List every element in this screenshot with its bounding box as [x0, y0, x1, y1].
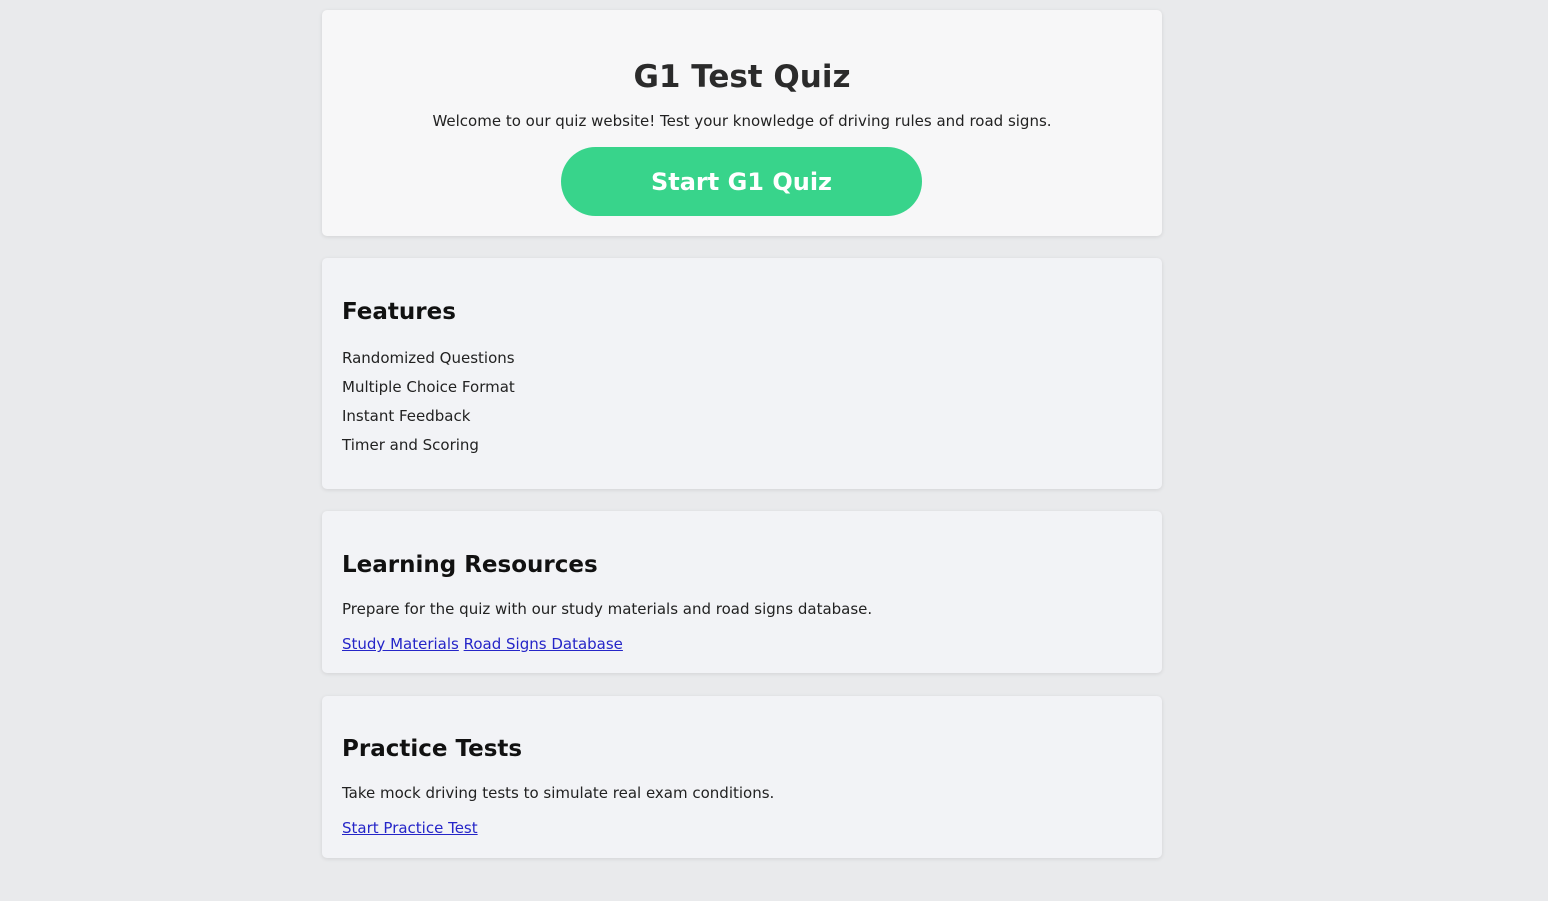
- resources-links: Study Materials Road Signs Database: [342, 634, 623, 654]
- feature-item-randomized: Randomized Questions: [342, 349, 515, 367]
- practice-description: Take mock driving tests to simulate real…: [342, 784, 775, 802]
- learning-resources-card: Learning Resources Prepare for the quiz …: [322, 511, 1162, 673]
- hero-card: G1 Test Quiz Welcome to our quiz website…: [322, 10, 1162, 236]
- feature-item-multiple-choice: Multiple Choice Format: [342, 378, 515, 396]
- feature-item-timer-scoring: Timer and Scoring: [342, 436, 479, 454]
- start-quiz-button[interactable]: Start G1 Quiz: [561, 147, 922, 216]
- study-materials-link[interactable]: Study Materials: [342, 635, 459, 653]
- features-heading: Features: [342, 299, 456, 325]
- features-card: Features Randomized Questions Multiple C…: [322, 258, 1162, 489]
- welcome-text: Welcome to our quiz website! Test your k…: [432, 112, 1052, 130]
- feature-item-instant-feedback: Instant Feedback: [342, 407, 471, 425]
- page-title: G1 Test Quiz: [633, 59, 851, 95]
- road-signs-database-link[interactable]: Road Signs Database: [464, 635, 623, 653]
- practice-links: Start Practice Test: [342, 818, 478, 838]
- start-practice-test-link[interactable]: Start Practice Test: [342, 819, 478, 837]
- resources-heading: Learning Resources: [342, 552, 598, 578]
- features-list: Randomized Questions Multiple Choice For…: [342, 344, 515, 460]
- resources-description: Prepare for the quiz with our study mate…: [342, 600, 873, 618]
- practice-heading: Practice Tests: [342, 736, 523, 762]
- page: G1 Test Quiz Welcome to our quiz website…: [0, 0, 1548, 901]
- practice-tests-card: Practice Tests Take mock driving tests t…: [322, 696, 1162, 858]
